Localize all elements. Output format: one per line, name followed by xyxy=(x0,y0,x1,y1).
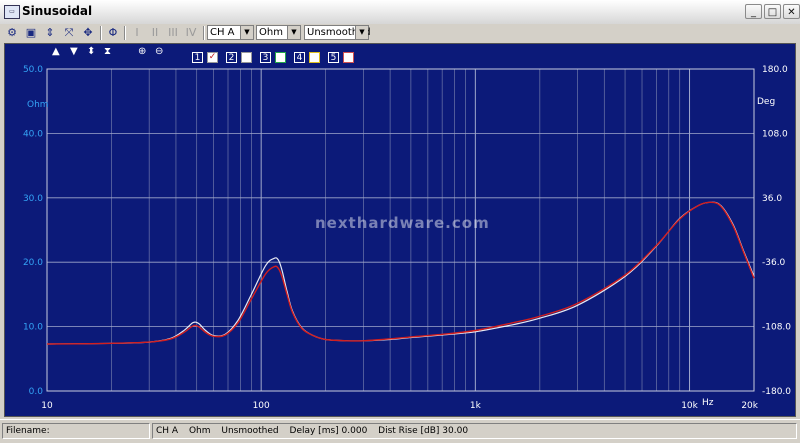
status-bar: Filename: CH A Ohm Unsmoothed Delay [ms]… xyxy=(0,419,800,443)
channel-select[interactable]: CH A ▼ xyxy=(207,25,254,40)
save-icon[interactable]: ▣ xyxy=(23,25,39,40)
y-tick-label: 10.0 xyxy=(23,323,43,333)
unit-select-value: Ohm xyxy=(259,27,283,38)
cursor-three-icon[interactable]: III xyxy=(165,25,181,40)
chevron-down-icon[interactable]: ▼ xyxy=(355,26,368,39)
y2-tick-label: 108.0 xyxy=(762,129,788,139)
status-delay: Delay [ms] 0.000 xyxy=(289,426,368,436)
toolbar: ⚙ ▣ ⇕ ⤧ ✥ Φ I II III IV CH A ▼ Ohm ▼ Uns… xyxy=(0,24,800,42)
title-bar: ▭ Sinusoidal _ □ ✕ xyxy=(0,0,800,25)
y-tick-label: 0.0 xyxy=(29,387,44,397)
status-channel: CH A xyxy=(156,426,179,436)
y-tick-label: 20.0 xyxy=(23,258,43,268)
y-tick-label: 50.0 xyxy=(23,65,43,75)
app-icon[interactable]: ▭ xyxy=(4,5,20,19)
x-tick-label: 100 xyxy=(253,401,270,411)
left-axis-unit: Ohm xyxy=(27,100,49,110)
toolbar-separator xyxy=(203,26,205,40)
window-title: Sinusoidal xyxy=(22,4,93,18)
toolbar-separator xyxy=(124,26,126,40)
status-info: CH A Ohm Unsmoothed Delay [ms] 0.000 Dis… xyxy=(152,423,797,439)
vertical-fit-icon[interactable]: ⇕ xyxy=(42,25,58,40)
filename-field: Filename: xyxy=(2,423,150,439)
minimize-button[interactable]: _ xyxy=(745,4,762,19)
unit-select[interactable]: Ohm ▼ xyxy=(256,25,301,40)
x-tick-label: 20k xyxy=(741,401,758,411)
zoom-fit-icon[interactable]: ⤧ xyxy=(61,25,77,40)
status-unit: Ohm xyxy=(188,426,211,436)
close-button[interactable]: ✕ xyxy=(783,4,800,19)
status-smoothing: Unsmoothed xyxy=(221,426,279,436)
plot-area[interactable]: ▲ ▼ ⬍ ⧗ ⊕ ⊖ 1 ✓ 2 3 4 5 0.0 10.0 20.0 30.0 4… xyxy=(4,43,796,417)
y2-tick-label: -180.0 xyxy=(762,387,791,397)
pan-icon[interactable]: ✥ xyxy=(80,25,96,40)
cursor-two-icon[interactable]: II xyxy=(147,25,163,40)
phase-icon[interactable]: Φ xyxy=(105,25,121,40)
smoothing-select[interactable]: Unsmoothed ▼ xyxy=(304,25,371,40)
x-tick-label: 1k xyxy=(470,401,482,411)
status-dist-rise: Dist Rise [dB] 30.00 xyxy=(378,426,469,436)
toolbar-separator xyxy=(100,26,102,40)
maximize-button[interactable]: □ xyxy=(764,4,781,19)
cursor-one-icon[interactable]: I xyxy=(129,25,145,40)
y-tick-label: 40.0 xyxy=(23,129,43,139)
chevron-down-icon[interactable]: ▼ xyxy=(287,26,300,39)
cursor-four-icon[interactable]: IV xyxy=(183,25,199,40)
filename-label: Filename: xyxy=(6,426,50,436)
y-tick-label: 30.0 xyxy=(23,194,43,204)
chevron-down-icon[interactable]: ▼ xyxy=(240,26,253,39)
channel-select-value: CH A xyxy=(210,27,235,38)
x-tick-label: 10k xyxy=(681,401,698,411)
x-tick-label: 10 xyxy=(41,401,53,411)
settings-icon[interactable]: ⚙ xyxy=(4,25,20,40)
y2-tick-label: -108.0 xyxy=(762,323,791,333)
y2-tick-label: 180.0 xyxy=(762,65,788,75)
watermark: nexthardware.com xyxy=(315,214,490,232)
x-axis-unit: Hz xyxy=(702,398,714,408)
right-axis-unit: Deg xyxy=(757,97,776,107)
y2-tick-label: 36.0 xyxy=(762,194,782,204)
y2-tick-label: -36.0 xyxy=(762,258,786,268)
